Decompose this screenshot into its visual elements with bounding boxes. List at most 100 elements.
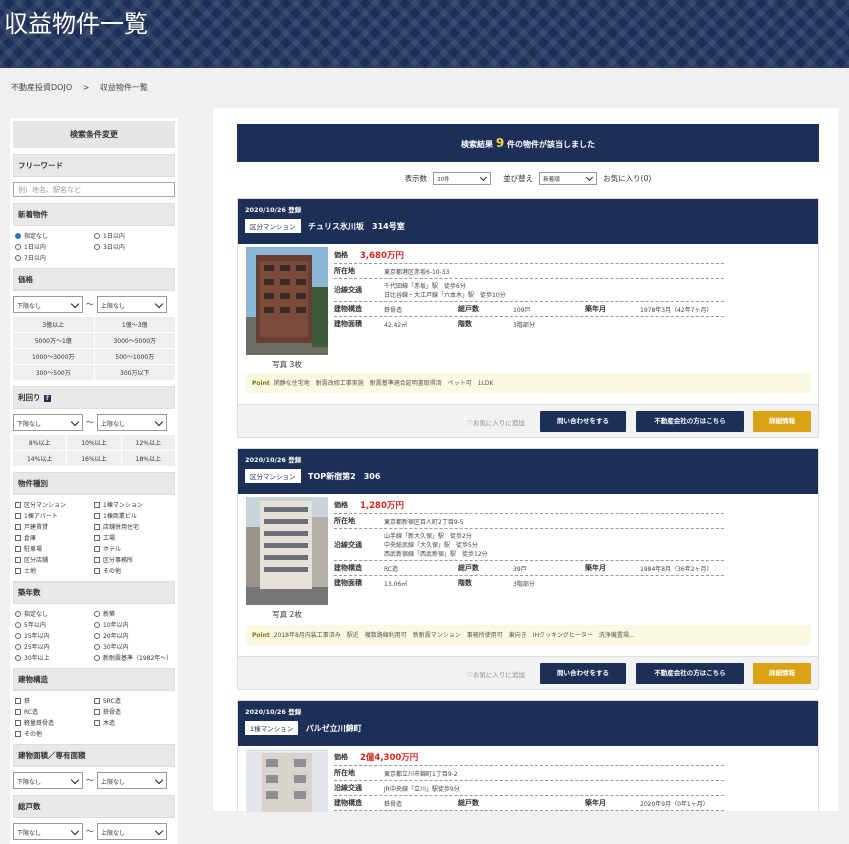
- sort-select[interactable]: 新着順: [539, 172, 598, 185]
- structure-options: 鉄 SRC造 RC造 鉄骨造 軽量鉄骨造 木造 その他: [13, 696, 175, 738]
- checkbox-icon: [15, 512, 21, 519]
- listing-address: 東京都新宿区百人町2丁目9-5: [384, 518, 464, 526]
- type-checkbox[interactable]: 店舗併用住宅: [94, 522, 173, 531]
- range-tilde: ～: [86, 418, 94, 427]
- age-option[interactable]: 30年以上: [15, 653, 94, 662]
- listing-point: Point 2018年8月内装工事済み 駅近 複数路線利用可 新耐震マンション 事…: [246, 625, 811, 645]
- new-option[interactable]: 3日以内: [94, 242, 173, 251]
- type-heading: 物件種別: [13, 472, 175, 495]
- checkbox-icon: [15, 697, 21, 704]
- building-photo[interactable]: [246, 749, 328, 812]
- age-option[interactable]: 20年以内: [94, 631, 173, 640]
- type-checkbox[interactable]: 土地: [15, 566, 94, 575]
- per-page-select[interactable]: 20件: [433, 172, 492, 185]
- structure-checkbox[interactable]: 木造: [94, 718, 173, 727]
- range-tilde: ～: [86, 776, 94, 785]
- price-quick-link[interactable]: 500～1000万: [94, 349, 175, 364]
- price-quick-link[interactable]: 3億以上: [13, 317, 94, 332]
- type-checkbox[interactable]: 区分事務所: [94, 555, 173, 564]
- new-option[interactable]: 1日以内: [15, 242, 94, 251]
- type-checkbox[interactable]: 区分店舗: [15, 555, 94, 564]
- page-header: 収益物件一覧: [0, 0, 849, 68]
- contact-button[interactable]: 問い合わせをする: [540, 663, 626, 684]
- listing-point: Point 閑静な住宅地 耐震改修工事実施 耐震基準適合証明書取得済 ペット可 1…: [246, 373, 811, 393]
- structure-checkbox[interactable]: 鉄骨造: [94, 707, 173, 716]
- agent-button[interactable]: 不動産会社の方はこちら: [636, 411, 744, 432]
- price-quick-link[interactable]: 1億～3億: [94, 317, 175, 332]
- yield-quick-link[interactable]: 18%以上: [121, 451, 175, 466]
- listing-name[interactable]: パルゼ立川錦町: [306, 723, 362, 734]
- yield-min-select[interactable]: 下限なし: [13, 414, 83, 431]
- structure-checkbox[interactable]: RC造: [15, 707, 94, 716]
- favorites-link[interactable]: お気に入り(0): [603, 173, 651, 184]
- checkbox-icon: [15, 730, 21, 737]
- type-checkbox[interactable]: ホテル: [94, 544, 173, 553]
- type-checkbox[interactable]: 区分マンション: [15, 500, 94, 509]
- structure-checkbox[interactable]: SRC造: [94, 696, 173, 705]
- checkbox-icon: [94, 708, 100, 715]
- price-min-select[interactable]: 下限なし: [13, 296, 83, 313]
- agent-button[interactable]: 不動産会社の方はこちら: [636, 663, 744, 684]
- age-option[interactable]: 指定なし: [15, 609, 94, 618]
- price-max-select[interactable]: 上限なし: [97, 296, 167, 313]
- yield-quick-link[interactable]: 8%以上: [13, 435, 67, 450]
- new-option[interactable]: 1日以内: [94, 231, 173, 240]
- listing-info: 価格 2億4,300万円 所在地 東京都立川市錦町1丁目9-2 沿線交通 JR中央線「…: [334, 749, 724, 811]
- units-min-select[interactable]: 下限なし: [13, 823, 83, 840]
- age-option[interactable]: 25年以内: [15, 642, 94, 651]
- age-option[interactable]: 30年以内: [94, 642, 173, 651]
- type-checkbox[interactable]: その他: [94, 566, 173, 575]
- add-favorite-link[interactable]: ♡お気に入りに追加: [467, 669, 525, 679]
- price-quick-link[interactable]: 1000～3000万: [13, 349, 94, 364]
- area-min-select[interactable]: 下限なし: [13, 772, 83, 789]
- area-max-select[interactable]: 上限なし: [97, 772, 167, 789]
- age-option[interactable]: 10年以内: [94, 620, 173, 629]
- type-checkbox[interactable]: 戸建賃貸: [15, 522, 94, 531]
- structure-checkbox[interactable]: その他: [15, 729, 94, 738]
- detail-button[interactable]: 詳細情報: [753, 411, 811, 432]
- detail-button[interactable]: 詳細情報: [753, 663, 811, 684]
- yield-quick-link[interactable]: 16%以上: [67, 451, 121, 466]
- listing-header: 2020/10/26 登録 区分マンション TOP新宿第2 306: [238, 449, 818, 494]
- structure-checkbox[interactable]: 軽量鉄骨造: [15, 718, 94, 727]
- new-option[interactable]: 7日以内: [15, 253, 94, 262]
- breadcrumb-current: 収益物件一覧: [99, 83, 148, 92]
- age-option[interactable]: 新築: [94, 609, 173, 618]
- price-quick-link[interactable]: 300～500万: [13, 365, 94, 380]
- yield-quick-link[interactable]: 14%以上: [13, 451, 67, 466]
- listing-type-badge: 区分マンション: [245, 219, 301, 233]
- yield-max-select[interactable]: 上限なし: [97, 414, 167, 431]
- type-checkbox[interactable]: 1棟マンション: [94, 500, 173, 509]
- age-options: 指定なし 新築 5年以内 10年以内 15年以内 20年以内 25年以内 30年…: [13, 609, 175, 662]
- type-checkbox[interactable]: 倉庫: [15, 533, 94, 542]
- help-icon[interactable]: ?: [43, 395, 51, 402]
- building-photo[interactable]: [246, 247, 328, 355]
- units-heading: 総戸数: [13, 795, 175, 818]
- price-quick-link[interactable]: 5000万～1億: [13, 333, 94, 348]
- type-checkbox[interactable]: 駐車場: [15, 544, 94, 553]
- listing-name[interactable]: TOP新宿第2 306: [308, 471, 380, 482]
- units-max-select[interactable]: 上限なし: [97, 823, 167, 840]
- contact-button[interactable]: 問い合わせをする: [540, 411, 626, 432]
- age-option[interactable]: 新耐震基準（1982年～）: [94, 653, 173, 662]
- checkbox-icon: [15, 567, 21, 574]
- price-quick-link[interactable]: 300万以下: [94, 365, 175, 380]
- checkbox-icon: [15, 501, 21, 508]
- add-favorite-link[interactable]: ♡お気に入りに追加: [467, 417, 525, 427]
- listing-price: 3,680万円: [360, 251, 404, 261]
- new-heading: 新着物件: [13, 203, 175, 226]
- yield-quick-link[interactable]: 10%以上: [67, 435, 121, 450]
- age-option[interactable]: 5年以内: [15, 620, 94, 629]
- building-photo[interactable]: [246, 497, 328, 605]
- freeword-input[interactable]: 例）地名、駅名など: [13, 182, 175, 197]
- structure-checkbox[interactable]: 鉄: [15, 696, 94, 705]
- type-checkbox[interactable]: 1棟アパート: [15, 511, 94, 520]
- price-quick-link[interactable]: 3000～5000万: [94, 333, 175, 348]
- breadcrumb-home[interactable]: 不動産投資DOJO: [11, 83, 72, 92]
- listing-name[interactable]: チュリス氷川坂 314号室: [308, 221, 405, 232]
- age-option[interactable]: 15年以内: [15, 631, 94, 640]
- new-option[interactable]: 指定なし: [15, 231, 94, 240]
- type-checkbox[interactable]: 1棟商業ビル: [94, 511, 173, 520]
- yield-quick-link[interactable]: 12%以上: [121, 435, 175, 450]
- type-checkbox[interactable]: 工場: [94, 533, 173, 542]
